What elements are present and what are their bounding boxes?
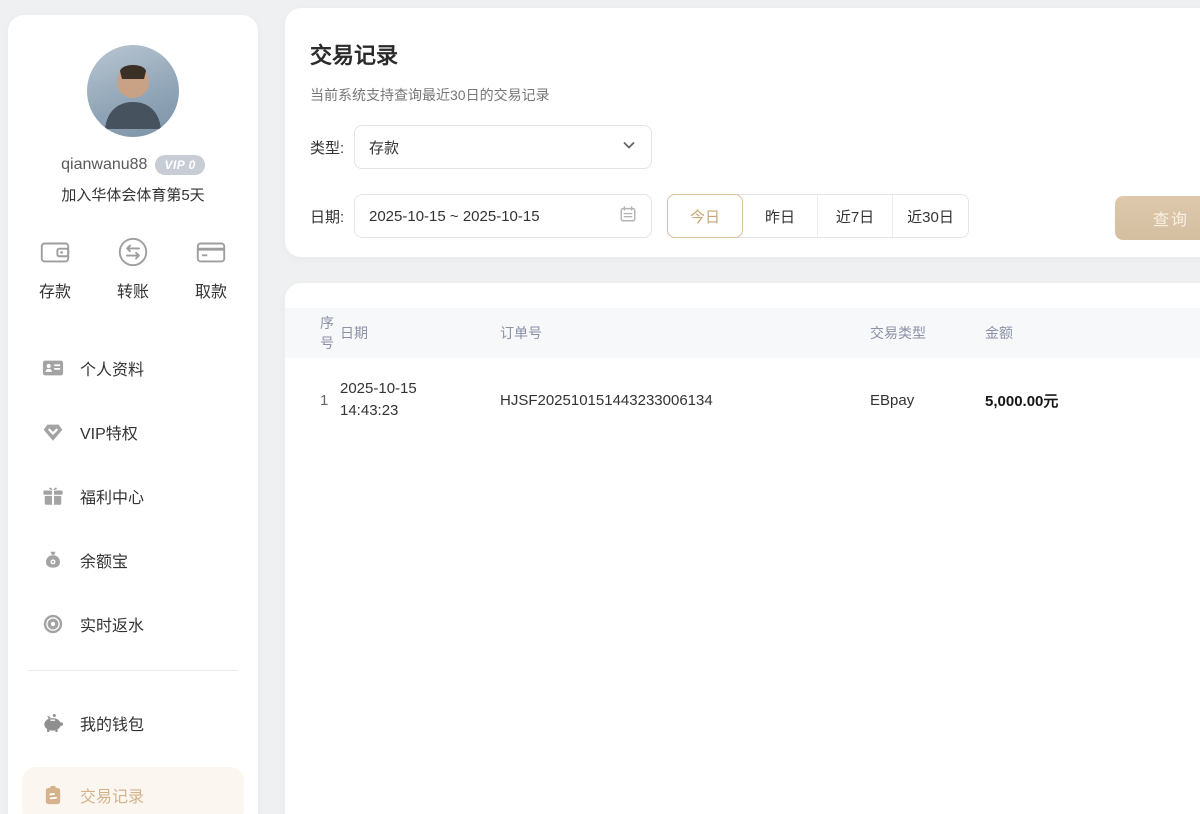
sidebar-item-label: VIP特权	[80, 420, 138, 444]
preset-last30days-button[interactable]: 近30日	[893, 195, 968, 237]
sidebar-item-my-wallet[interactable]: 我的钱包	[22, 705, 244, 741]
transfer-icon	[116, 235, 150, 269]
type-select[interactable]: 存款	[354, 125, 652, 169]
sidebar-item-label: 交易记录	[80, 783, 144, 807]
quick-action-deposit[interactable]: 存款	[38, 235, 72, 302]
row-type: EBpay	[870, 392, 985, 409]
preset-today-button[interactable]: 今日	[667, 194, 743, 238]
bank-card-icon	[194, 235, 228, 269]
date-range-input[interactable]: 2025-10-15 ~ 2025-10-15	[354, 194, 652, 238]
table-row: 1 2025-10-15 14:43:23 HJSF20251015144323…	[285, 370, 1200, 430]
vip-badge: VIP 0	[155, 155, 204, 175]
type-select-value: 存款	[369, 137, 399, 158]
page-title: 交易记录	[310, 38, 1200, 70]
quick-action-label: 存款	[39, 278, 71, 302]
quick-actions: 存款 转账	[8, 235, 258, 302]
preset-label: 今日	[690, 206, 720, 227]
date-label: 日期:	[310, 206, 354, 227]
sidebar-item-yuebao[interactable]: 余额宝	[22, 542, 244, 578]
table-header-type: 交易类型	[870, 323, 985, 343]
gift-icon	[42, 485, 64, 507]
transactions-table-card: 序号 日期 订单号 交易类型 金额 1 2025-10-15 14:43:23 …	[285, 283, 1200, 814]
sidebar-item-transaction-records[interactable]: 交易记录	[22, 767, 244, 814]
date-filter-row: 日期: 2025-10-15 ~ 2025-10-15	[310, 194, 1200, 238]
sidebar: qianwanu88 VIP 0 加入华体会体育第5天 存款	[8, 15, 258, 814]
sidebar-item-label: 个人资料	[80, 356, 144, 380]
piggy-bank-icon	[42, 712, 64, 734]
table-header-order-no: 订单号	[500, 323, 870, 343]
sidebar-item-label: 我的钱包	[80, 711, 144, 735]
preset-label: 近7日	[836, 206, 874, 227]
sidebar-menu: 个人资料 VIP特权	[8, 350, 258, 814]
type-filter-row: 类型: 存款	[310, 125, 1200, 169]
table-header-index: 序号	[285, 313, 340, 353]
calendar-icon	[619, 205, 637, 227]
search-button[interactable]: 查询	[1115, 196, 1200, 240]
user-info-row: qianwanu88 VIP 0	[8, 155, 258, 175]
avatar	[87, 45, 179, 137]
wallet-icon	[38, 235, 72, 269]
row-date-day: 2025-10-15	[340, 378, 500, 400]
date-range-value: 2025-10-15 ~ 2025-10-15	[369, 208, 540, 225]
preset-last7days-button[interactable]: 近7日	[818, 195, 893, 237]
sidebar-item-welfare[interactable]: 福利中心	[22, 478, 244, 514]
id-card-icon	[42, 357, 64, 379]
page-subtitle: 当前系统支持查询最近30日的交易记录	[310, 85, 1200, 105]
preset-yesterday-button[interactable]: 昨日	[743, 195, 818, 237]
sidebar-item-rebate[interactable]: 实时返水	[22, 606, 244, 642]
transaction-records-page: qianwanu88 VIP 0 加入华体会体育第5天 存款	[0, 0, 1200, 814]
sidebar-item-profile[interactable]: 个人资料	[22, 350, 244, 386]
avatar-portrait-graphic	[87, 45, 179, 137]
money-bag-icon	[42, 549, 64, 571]
filter-card: 交易记录 当前系统支持查询最近30日的交易记录 类型: 存款 日期: 2025-…	[285, 8, 1200, 257]
preset-label: 昨日	[765, 206, 795, 227]
sidebar-item-vip[interactable]: VIP特权	[22, 414, 244, 450]
vip-gem-icon	[42, 421, 64, 443]
row-date-time: 14:43:23	[340, 400, 500, 422]
sidebar-divider	[28, 670, 238, 671]
sidebar-item-label: 福利中心	[80, 484, 144, 508]
row-index: 1	[285, 392, 340, 409]
quick-action-transfer[interactable]: 转账	[116, 235, 150, 302]
table-header-row: 序号 日期 订单号 交易类型 金额	[285, 308, 1200, 358]
table-header-amount: 金额	[985, 323, 1200, 343]
row-amount: 5,000.00元	[985, 390, 1200, 411]
quick-action-label: 取款	[195, 278, 227, 302]
date-range-presets: 今日 昨日 近7日 近30日	[667, 194, 969, 238]
sidebar-item-label: 实时返水	[80, 612, 144, 636]
quick-action-label: 转账	[117, 278, 149, 302]
quick-action-withdraw[interactable]: 取款	[194, 235, 228, 302]
type-label: 类型:	[310, 137, 354, 158]
join-days-text: 加入华体会体育第5天	[8, 184, 258, 205]
coin-icon	[42, 613, 64, 635]
order-list-icon	[42, 784, 64, 806]
table-header-date: 日期	[340, 323, 500, 343]
row-date: 2025-10-15 14:43:23	[340, 378, 500, 422]
chevron-down-icon	[621, 137, 637, 157]
preset-label: 近30日	[907, 206, 954, 227]
username: qianwanu88	[61, 156, 147, 174]
sidebar-item-label: 余额宝	[80, 548, 128, 572]
row-order-no: HJSF202510151443233006134	[500, 392, 870, 409]
